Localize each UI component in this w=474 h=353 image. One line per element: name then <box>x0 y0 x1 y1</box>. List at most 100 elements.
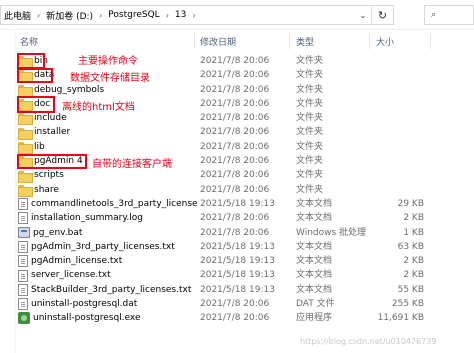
file-name-cell[interactable]: pgAdmin_license.txt <box>18 254 198 268</box>
file-date: 2021/7/8 20:06 <box>200 184 270 195</box>
address-toolbar: 此电脑 › 新加卷 (D:) › PostgreSQL › 13 › ⌄ ↻ ⌕ <box>0 0 474 30</box>
file-row[interactable]: installation_summary.log 2021/7/8 20:06 文本… <box>16 211 474 225</box>
folder-icon <box>18 84 33 97</box>
file-name-cell[interactable]: pgAdmin_3rd_party_licenses.txt <box>18 240 198 254</box>
file-row[interactable]: share 2021/7/8 20:06 文件夹 <box>16 183 474 197</box>
file-name-cell[interactable]: lib <box>18 140 198 154</box>
file-name: installer <box>34 127 71 138</box>
column-divider[interactable] <box>289 33 290 49</box>
column-divider[interactable] <box>194 33 195 49</box>
text-file-icon <box>18 255 28 268</box>
file-row[interactable]: commandlinetools_3rd_party_licenses... 20… <box>16 197 474 211</box>
folder-icon <box>18 184 33 197</box>
column-header-type[interactable]: 类型 <box>296 35 314 48</box>
text-file-icon <box>18 212 28 225</box>
watermark: https://blog.csdn.net/u010476739 <box>300 337 437 346</box>
file-name-cell[interactable]: share <box>18 183 198 197</box>
file-name: pgAdmin_3rd_party_licenses.txt <box>31 241 175 252</box>
refresh-icon[interactable]: ↻ <box>371 6 393 24</box>
chevron-down-icon[interactable]: ⌄ <box>355 11 371 20</box>
file-date: 2021/7/8 20:06 <box>200 84 270 95</box>
column-divider[interactable] <box>430 33 431 49</box>
file-type: 文件夹 <box>296 141 324 152</box>
search-input[interactable]: ⌕ <box>424 5 474 25</box>
file-row[interactable]: include 2021/7/8 20:06 文件夹 <box>16 111 474 126</box>
chevron-right-icon[interactable]: › <box>189 11 198 20</box>
annotation-data: 数据文件存储目录 <box>70 73 150 84</box>
file-name-cell[interactable]: uninstall-postgresql.dat <box>18 297 198 311</box>
file-size: 55 KB <box>397 284 424 295</box>
file-name-cell[interactable]: server_license.txt <box>18 268 198 282</box>
folder-icon <box>18 141 33 154</box>
exe-file-icon <box>18 312 30 325</box>
column-header-name[interactable]: 名称 <box>20 35 38 48</box>
file-type: 文件夹 <box>296 70 324 81</box>
file-size: 2 KB <box>403 256 424 267</box>
file-type: DAT 文件 <box>296 299 335 310</box>
text-file-icon <box>18 198 28 211</box>
file-row[interactable]: pgAdmin_3rd_party_licenses.txt 2021/5/18 … <box>16 240 474 254</box>
file-type: 文件夹 <box>296 127 324 138</box>
file-type: 应用程序 <box>296 313 333 324</box>
file-name: uninstall-postgresql.dat <box>31 299 138 310</box>
file-name-cell[interactable]: scripts <box>18 168 198 183</box>
file-name-cell[interactable]: uninstall-postgresql.exe <box>18 311 198 325</box>
file-name-cell[interactable]: StackBuilder_3rd_party_licenses.txt <box>18 283 198 297</box>
file-row[interactable]: scripts 2021/7/8 20:06 文件夹 <box>16 168 474 183</box>
file-name-cell[interactable]: pg_env.bat <box>18 226 198 240</box>
file-name: commandlinetools_3rd_party_licenses... <box>31 198 198 209</box>
file-date: 2021/7/8 20:06 <box>200 227 270 238</box>
file-date: 2021/7/8 20:06 <box>200 299 270 310</box>
navigation-pane[interactable] <box>0 31 16 353</box>
file-row[interactable]: uninstall-postgresql.dat 2021/7/8 20:06 DA… <box>16 297 474 311</box>
column-divider[interactable] <box>369 33 370 49</box>
breadcrumb-13[interactable]: 13 <box>172 10 189 20</box>
file-date: 2021/7/8 20:06 <box>200 70 270 81</box>
file-name: scripts <box>34 170 64 181</box>
file-date: 2021/7/8 20:06 <box>200 56 270 66</box>
file-type: Windows 批处理... <box>296 227 366 238</box>
file-type: 文件夹 <box>296 184 324 195</box>
file-name: server_license.txt <box>31 270 111 281</box>
file-size: 255 KB <box>391 299 424 310</box>
file-row[interactable]: server_license.txt 2021/5/18 19:13 文本文档 2 K… <box>16 268 474 282</box>
file-row[interactable]: lib 2021/7/8 20:06 文件夹 <box>16 140 474 154</box>
file-type: 文本文档 <box>296 241 333 252</box>
file-row[interactable]: StackBuilder_3rd_party_licenses.txt 2021/… <box>16 283 474 297</box>
annotation-pgadmin: 自带的连接客户端 <box>92 159 172 170</box>
file-date: 2021/7/8 20:06 <box>200 98 270 109</box>
file-name-cell[interactable]: installer <box>18 125 198 140</box>
file-name: uninstall-postgresql.exe <box>33 313 141 324</box>
column-header-date[interactable]: 修改日期 <box>200 35 236 48</box>
file-name-cell[interactable]: include <box>18 111 198 126</box>
breadcrumb-drive-d[interactable]: 新加卷 (D:) <box>43 9 96 22</box>
file-name-cell[interactable]: commandlinetools_3rd_party_licenses... <box>18 197 198 211</box>
chevron-right-icon[interactable]: › <box>96 11 105 20</box>
file-type: 文本文档 <box>296 198 333 209</box>
address-bar[interactable]: 此电脑 › 新加卷 (D:) › PostgreSQL › 13 › ⌄ ↻ <box>0 5 394 25</box>
file-row[interactable]: installer 2021/7/8 20:06 文件夹 <box>16 125 474 140</box>
file-type: 文本文档 <box>296 284 333 295</box>
file-type: 文件夹 <box>296 113 324 124</box>
file-name-cell[interactable]: installation_summary.log <box>18 211 198 225</box>
column-headers: 名称 修改日期 类型 大小 <box>16 33 474 49</box>
breadcrumb-this-pc[interactable]: 此电脑 <box>1 9 34 22</box>
breadcrumb-postgresql[interactable]: PostgreSQL <box>105 10 162 20</box>
file-row[interactable]: pgAdmin_license.txt 2021/5/18 19:13 文本文档 2 … <box>16 254 474 268</box>
chevron-right-icon[interactable]: › <box>163 11 172 20</box>
file-row[interactable]: uninstall-postgresql.exe 2021/7/8 20:06 应用… <box>16 311 474 325</box>
file-name-cell[interactable]: debug_symbols <box>18 83 198 97</box>
search-icon: ⌕ <box>431 10 437 20</box>
file-name: installation_summary.log <box>31 213 143 224</box>
file-size: 11,691 KB <box>377 313 424 324</box>
chevron-right-icon[interactable]: › <box>34 11 43 20</box>
highlight-box-data <box>17 68 53 83</box>
file-name: include <box>34 113 67 124</box>
file-row[interactable]: debug_symbols 2021/7/8 20:06 文件夹 <box>16 83 474 97</box>
file-size: 29 KB <box>397 198 424 209</box>
file-date: 2021/7/8 20:06 <box>200 113 270 124</box>
column-header-size[interactable]: 大小 <box>376 35 394 48</box>
file-row[interactable]: pg_env.bat 2021/7/8 20:06 Windows 批处理... 1 … <box>16 226 474 240</box>
file-name: pg_env.bat <box>33 227 83 238</box>
dat-file-icon <box>18 298 28 311</box>
